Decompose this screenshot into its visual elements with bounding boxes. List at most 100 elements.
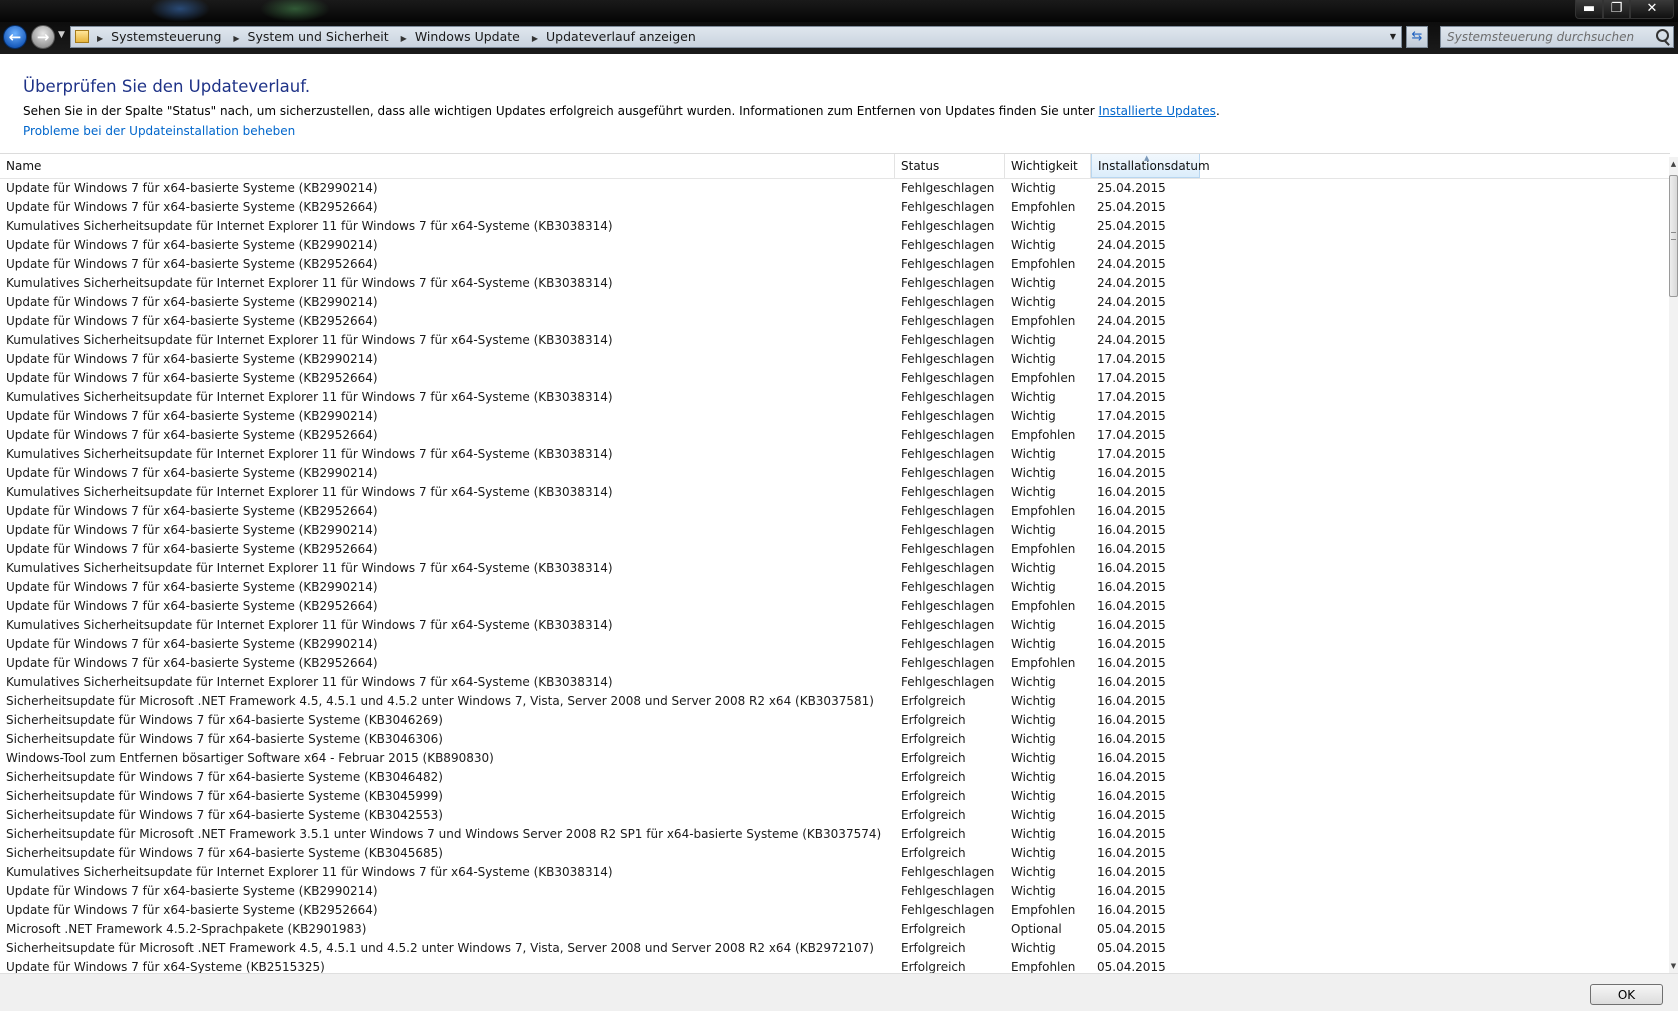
table-row[interactable]: Kumulatives Sicherheitsupdate für Intern… <box>0 217 1668 236</box>
table-row[interactable]: Update für Windows 7 für x64-basierte Sy… <box>0 578 1668 597</box>
address-dropdown-icon[interactable]: ▼ <box>1390 27 1396 47</box>
update-name: Update für Windows 7 für x64-basierte Sy… <box>6 504 378 518</box>
table-row[interactable]: Kumulatives Sicherheitsupdate für Intern… <box>0 445 1668 464</box>
scroll-up-arrow-icon[interactable]: ▲ <box>1669 157 1678 171</box>
table-row[interactable]: Update für Windows 7 für x64-basierte Sy… <box>0 407 1668 426</box>
breadcrumb-separator-icon[interactable]: ▶ <box>97 34 103 43</box>
update-date: 24.04.2015 <box>1097 333 1166 347</box>
update-date: 16.04.2015 <box>1097 504 1166 518</box>
scroll-down-arrow-icon[interactable]: ▼ <box>1669 959 1678 973</box>
table-row[interactable]: Kumulatives Sicherheitsupdate für Intern… <box>0 483 1668 502</box>
table-row[interactable]: Sicherheitsupdate für Microsoft .NET Fra… <box>0 939 1668 958</box>
scroll-thumb[interactable] <box>1669 175 1678 297</box>
minimize-button[interactable]: ▬ <box>1575 0 1603 19</box>
breadcrumb-separator-icon[interactable]: ▶ <box>233 34 239 43</box>
refresh-button[interactable]: ⇆ <box>1406 26 1428 48</box>
table-row[interactable]: Update für Windows 7 für x64-basierte Sy… <box>0 179 1668 198</box>
table-row[interactable]: Update für Windows 7 für x64-basierte Sy… <box>0 350 1668 369</box>
update-date: 24.04.2015 <box>1097 314 1166 328</box>
update-name: Windows-Tool zum Entfernen bösartiger So… <box>6 751 494 765</box>
search-input[interactable] <box>1441 27 1647 47</box>
table-row[interactable]: Update für Windows 7 für x64-basierte Sy… <box>0 597 1668 616</box>
table-row[interactable]: Sicherheitsupdate für Windows 7 für x64-… <box>0 711 1668 730</box>
table-row[interactable]: Sicherheitsupdate für Windows 7 für x64-… <box>0 787 1668 806</box>
update-importance: Wichtig <box>1011 770 1056 784</box>
update-name: Update für Windows 7 für x64-Systeme (KB… <box>6 960 325 973</box>
breadcrumb-item[interactable]: Windows Update <box>415 29 520 44</box>
address-bar[interactable]: ▶ Systemsteuerung ▶ System und Sicherheit … <box>70 26 1402 48</box>
column-header-installation-date[interactable]: ▲ Installationsdatum <box>1091 154 1210 178</box>
breadcrumb-separator-icon[interactable]: ▶ <box>401 34 407 43</box>
ok-button[interactable]: OK <box>1590 984 1663 1005</box>
breadcrumb-separator-icon[interactable]: ▶ <box>532 34 538 43</box>
breadcrumb-item[interactable]: Systemsteuerung <box>111 29 221 44</box>
table-row[interactable]: Kumulatives Sicherheitsupdate für Intern… <box>0 673 1668 692</box>
update-status: Fehlgeschlagen <box>901 333 995 347</box>
table-row[interactable]: Sicherheitsupdate für Windows 7 für x64-… <box>0 730 1668 749</box>
update-status: Erfolgreich <box>901 960 966 973</box>
update-name: Sicherheitsupdate für Windows 7 für x64-… <box>6 732 443 746</box>
update-date: 17.04.2015 <box>1097 390 1166 404</box>
update-name: Sicherheitsupdate für Windows 7 für x64-… <box>6 770 443 784</box>
table-row[interactable]: Kumulatives Sicherheitsupdate für Intern… <box>0 388 1668 407</box>
update-date: 16.04.2015 <box>1097 789 1166 803</box>
update-name: Update für Windows 7 für x64-basierte Sy… <box>6 352 378 366</box>
table-row[interactable]: Sicherheitsupdate für Windows 7 für x64-… <box>0 768 1668 787</box>
back-button[interactable]: ← <box>3 25 27 49</box>
table-row[interactable]: Update für Windows 7 für x64-basierte Sy… <box>0 369 1668 388</box>
table-row[interactable]: Sicherheitsupdate für Microsoft .NET Fra… <box>0 692 1668 711</box>
update-status: Fehlgeschlagen <box>901 865 995 879</box>
update-importance: Empfohlen <box>1011 960 1076 973</box>
table-row[interactable]: Update für Windows 7 für x64-basierte Sy… <box>0 293 1668 312</box>
table-row[interactable]: Sicherheitsupdate für Windows 7 für x64-… <box>0 844 1668 863</box>
table-row[interactable]: Update für Windows 7 für x64-basierte Sy… <box>0 901 1668 920</box>
table-row[interactable]: Update für Windows 7 für x64-basierte Sy… <box>0 540 1668 559</box>
table-row[interactable]: Update für Windows 7 für x64-basierte Sy… <box>0 255 1668 274</box>
column-header-name[interactable]: Name <box>0 154 895 178</box>
arrow-right-icon: → <box>36 28 50 46</box>
update-date: 16.04.2015 <box>1097 751 1166 765</box>
column-header-importance[interactable]: Wichtigkeit <box>1005 154 1091 178</box>
table-row[interactable]: Update für Windows 7 für x64-basierte Sy… <box>0 882 1668 901</box>
update-name: Update für Windows 7 für x64-basierte Sy… <box>6 409 378 423</box>
column-header-status[interactable]: Status <box>895 154 1005 178</box>
table-row[interactable]: Update für Windows 7 für x64-basierte Sy… <box>0 502 1668 521</box>
forward-button[interactable]: → <box>31 25 55 49</box>
close-button[interactable]: ✕ <box>1630 0 1674 19</box>
table-row[interactable]: Kumulatives Sicherheitsupdate für Intern… <box>0 863 1668 882</box>
table-row[interactable]: Update für Windows 7 für x64-basierte Sy… <box>0 654 1668 673</box>
update-importance: Wichtig <box>1011 390 1056 404</box>
table-row[interactable]: Sicherheitsupdate für Windows 7 für x64-… <box>0 806 1668 825</box>
table-row[interactable]: Update für Windows 7 für x64-basierte Sy… <box>0 635 1668 654</box>
table-row[interactable]: Update für Windows 7 für x64-basierte Sy… <box>0 521 1668 540</box>
search-icon[interactable] <box>1656 29 1669 42</box>
table-row[interactable]: Kumulatives Sicherheitsupdate für Intern… <box>0 274 1668 293</box>
table-row[interactable]: Update für Windows 7 für x64-basierte Sy… <box>0 464 1668 483</box>
table-row[interactable]: Windows-Tool zum Entfernen bösartiger So… <box>0 749 1668 768</box>
table-row[interactable]: Sicherheitsupdate für Microsoft .NET Fra… <box>0 825 1668 844</box>
table-row[interactable]: Update für Windows 7 für x64-basierte Sy… <box>0 426 1668 445</box>
update-importance: Wichtig <box>1011 181 1056 195</box>
update-date: 16.04.2015 <box>1097 846 1166 860</box>
update-importance: Wichtig <box>1011 333 1056 347</box>
vertical-scrollbar[interactable]: ▲ ▼ <box>1669 157 1678 973</box>
breadcrumb-item[interactable]: System und Sicherheit <box>248 29 389 44</box>
breadcrumb-item[interactable]: Updateverlauf anzeigen <box>546 29 696 44</box>
update-date: 25.04.2015 <box>1097 219 1166 233</box>
table-row[interactable]: Kumulatives Sicherheitsupdate für Intern… <box>0 559 1668 578</box>
update-status: Fehlgeschlagen <box>901 428 995 442</box>
troubleshoot-link[interactable]: Probleme bei der Updateinstallation behe… <box>23 124 295 138</box>
search-box[interactable] <box>1440 26 1674 48</box>
recent-pages-dropdown[interactable]: ▼ <box>58 30 65 40</box>
table-row[interactable]: Update für Windows 7 für x64-Systeme (KB… <box>0 958 1668 973</box>
table-row[interactable]: Kumulatives Sicherheitsupdate für Intern… <box>0 616 1668 635</box>
table-row[interactable]: Update für Windows 7 für x64-basierte Sy… <box>0 312 1668 331</box>
table-row[interactable]: Update für Windows 7 für x64-basierte Sy… <box>0 236 1668 255</box>
update-status: Erfolgreich <box>901 770 966 784</box>
table-row[interactable]: Kumulatives Sicherheitsupdate für Intern… <box>0 331 1668 350</box>
update-status: Fehlgeschlagen <box>901 257 995 271</box>
table-row[interactable]: Microsoft .NET Framework 4.5.2-Sprachpak… <box>0 920 1668 939</box>
installed-updates-link[interactable]: Installierte Updates <box>1099 104 1216 118</box>
table-row[interactable]: Update für Windows 7 für x64-basierte Sy… <box>0 198 1668 217</box>
maximize-button[interactable]: ❐ <box>1603 0 1630 19</box>
